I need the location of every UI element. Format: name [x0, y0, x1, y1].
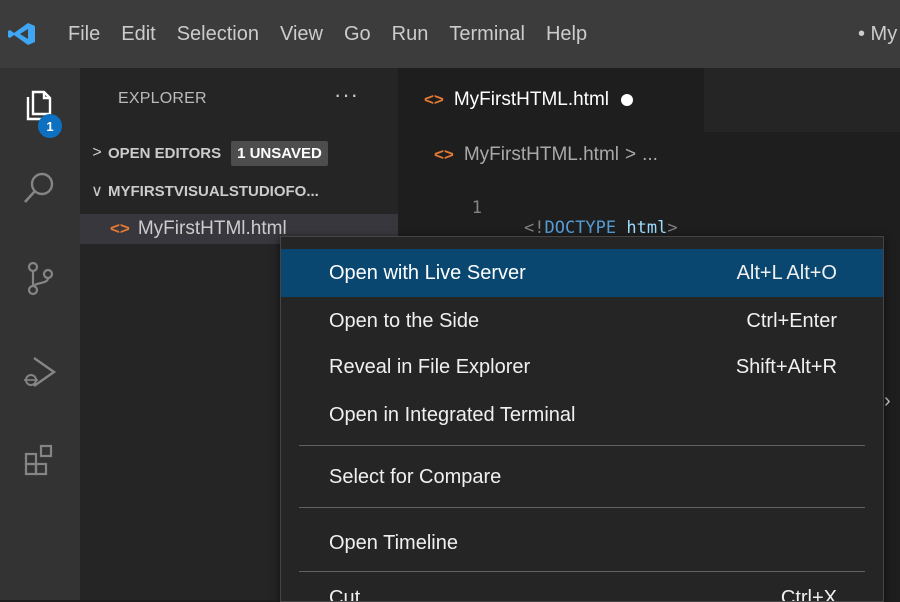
breadcrumb-file[interactable]: MyFirstHTML.html [464, 144, 619, 166]
line-number: 1 [471, 198, 482, 218]
tab-myfirsthtml[interactable]: <> MyFirstHTML.html [398, 68, 704, 132]
html-file-icon: <> [110, 219, 130, 238]
unsaved-badge: 1 UNSAVED [231, 140, 328, 166]
menu-terminal[interactable]: Terminal [449, 23, 525, 46]
menu-selection[interactable]: Selection [177, 23, 259, 46]
chevron-right-icon: > [92, 144, 102, 161]
context-menu: Open with Live Server Alt+L Alt+O Open t… [280, 236, 884, 602]
unsaved-dot-icon[interactable] [621, 94, 634, 106]
chevron-down-icon: ∨ [91, 183, 103, 200]
tab-bar: <> MyFirstHTML.html [398, 68, 900, 132]
run-debug-icon[interactable] [20, 352, 60, 392]
open-editors-label: OPEN EDITORS [108, 144, 222, 162]
breadcrumb-more[interactable]: ... [642, 144, 658, 166]
explorer-title: EXPLORER [118, 90, 207, 107]
menu-reveal-in-file-explorer[interactable]: Reveal in File Explorer Shift+Alt+R [281, 343, 883, 391]
extensions-icon[interactable] [20, 440, 60, 480]
activity-bar [0, 68, 80, 600]
html-file-icon: <> [434, 145, 454, 164]
more-actions-button[interactable]: ··· [334, 82, 359, 108]
search-icon[interactable] [20, 168, 60, 208]
menu-run[interactable]: Run [392, 23, 429, 46]
folder-section[interactable]: ∨ MYFIRSTVISUALSTUDIOFO... [80, 176, 398, 206]
menu-separator [299, 507, 865, 508]
window-title: • My [858, 23, 898, 45]
menu-open-timeline[interactable]: Open Timeline [281, 519, 883, 567]
html-file-icon: <> [424, 90, 444, 109]
menu-view[interactable]: View [280, 23, 323, 46]
code-text: <!DOCTYPE html> [524, 218, 678, 238]
breadcrumb: <> MyFirstHTML.html > ... [434, 144, 658, 166]
menu-cut[interactable]: Cut Ctrl+X [281, 581, 883, 601]
menu-file[interactable]: File [68, 23, 100, 46]
breadcrumb-separator: > [625, 144, 637, 165]
vscode-logo-icon [8, 23, 35, 45]
menu-open-to-the-side[interactable]: Open to the Side Ctrl+Enter [281, 297, 883, 345]
source-control-icon[interactable] [20, 258, 60, 298]
menu-open-with-live-server[interactable]: Open with Live Server Alt+L Alt+O [281, 249, 883, 297]
menu-select-for-compare[interactable]: Select for Compare [281, 453, 883, 501]
tab-label: MyFirstHTML.html [453, 89, 610, 110]
menu-go[interactable]: Go [344, 23, 371, 46]
file-name: MyFirstHTMl.html [137, 218, 287, 239]
title-bar: File Edit Selection View Go Run Terminal… [0, 0, 900, 68]
menu-separator [299, 445, 865, 446]
menu-bar: File Edit Selection View Go Run Terminal… [68, 0, 608, 68]
menu-help[interactable]: Help [546, 23, 587, 46]
chevron-right-icon: › [884, 390, 891, 412]
menu-open-in-integrated-terminal[interactable]: Open in Integrated Terminal [281, 391, 883, 439]
open-editors-section[interactable]: > OPEN EDITORS 1 UNSAVED [80, 138, 398, 168]
menu-separator [299, 571, 865, 572]
folder-label: MYFIRSTVISUALSTUDIOFO... [108, 182, 319, 200]
menu-edit[interactable]: Edit [121, 23, 155, 46]
explorer-badge: 1 [38, 114, 62, 138]
